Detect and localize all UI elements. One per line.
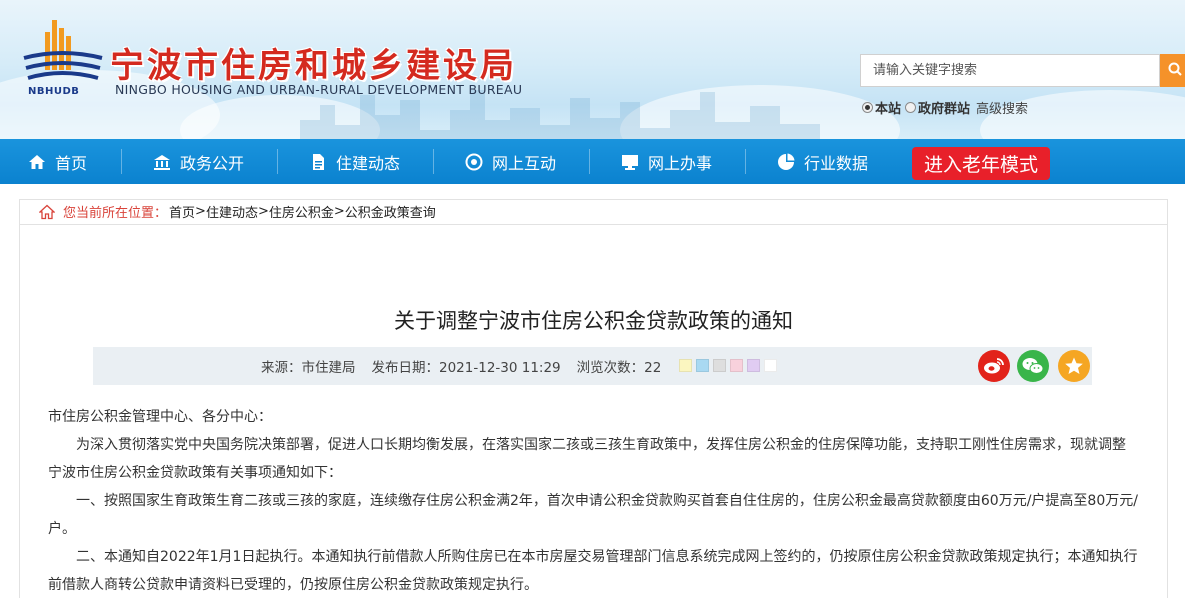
scope-radio-site[interactable] bbox=[862, 102, 873, 113]
article-paragraph: 二、本通知自2022年1月1日起执行。本通知执行前借款人所购住房已在本市房屋交易… bbox=[48, 549, 1138, 593]
color-swatch-yellow[interactable] bbox=[679, 359, 692, 372]
breadcrumb-item-construction-news[interactable]: 住建动态 bbox=[206, 202, 258, 221]
scope-label-site: 本站 bbox=[875, 102, 902, 117]
breadcrumb-separator: > bbox=[333, 204, 345, 219]
breadcrumb-separator: > bbox=[257, 204, 269, 219]
nav-label-construction-news: 住建动态 bbox=[336, 153, 401, 173]
nav-divider bbox=[745, 149, 746, 174]
nav-label-industry-data: 行业数据 bbox=[804, 153, 869, 173]
search-box bbox=[860, 54, 1160, 87]
article-paragraph: 一、按照国家生育政策生育二孩或三孩的家庭，连续缴存住房公积金满2年，首次申请公积… bbox=[48, 493, 1138, 537]
nav-divider bbox=[433, 149, 434, 174]
article-title: 关于调整宁波市住房公积金贷款政策的通知 bbox=[394, 309, 793, 333]
location-home-icon bbox=[39, 204, 55, 219]
article-body: 市住房公积金管理中心、各分中心： 为深入贯彻落实党中央国务院决策部署，促进人口长… bbox=[48, 403, 1138, 598]
document-icon bbox=[309, 153, 327, 171]
breadcrumb-item-fund-policy[interactable]: 公积金政策查询 bbox=[345, 202, 436, 221]
color-swatch-pink[interactable] bbox=[730, 359, 743, 372]
article-date: 发布日期：2021-12-30 11:29 bbox=[371, 360, 561, 376]
nav-item-construction-news[interactable]: 住建动态 bbox=[309, 139, 400, 184]
article-views: 浏览次数：22 bbox=[576, 360, 662, 376]
elder-mode-button[interactable]: 进入老年模式 bbox=[912, 147, 1050, 180]
nav-item-online-services[interactable]: 网上办事 bbox=[621, 139, 712, 184]
nav-item-online-interaction[interactable]: 网上互动 bbox=[465, 139, 556, 184]
breadcrumb-item-housing-fund[interactable]: 住房公积金 bbox=[269, 202, 334, 221]
monitor-icon bbox=[621, 153, 639, 171]
share-wechat-button[interactable] bbox=[1017, 350, 1049, 382]
article-source: 来源：市住建局 bbox=[261, 360, 356, 376]
nav-divider bbox=[277, 149, 278, 174]
nav-label-online-interaction: 网上互动 bbox=[492, 153, 557, 173]
scope-label-gov-sites: 政府群站 bbox=[918, 102, 971, 117]
nav-item-home[interactable]: 首页 bbox=[28, 139, 87, 184]
advanced-search-link[interactable]: 高级搜索 bbox=[976, 98, 1028, 117]
pie-chart-icon bbox=[777, 153, 795, 171]
home-icon bbox=[28, 153, 46, 171]
color-swatch-blue[interactable] bbox=[696, 359, 709, 372]
article-meta: 来源：市住建局 发布日期：2021-12-30 11:29 浏览次数：22 bbox=[261, 347, 677, 385]
search-icon bbox=[1168, 62, 1182, 76]
breadcrumb-item-home[interactable]: 首页 bbox=[169, 202, 195, 221]
site-subtitle: NINGBO HOUSING AND URBAN-RURAL DEVELOPME… bbox=[115, 82, 523, 97]
nav-divider bbox=[589, 149, 590, 174]
article-meta-bar: 来源：市住建局 发布日期：2021-12-30 11:29 浏览次数：22 bbox=[93, 347, 1092, 385]
logo-abbreviation: NBHUDB bbox=[28, 86, 80, 97]
nav-label-government-affairs: 政务公开 bbox=[180, 153, 245, 173]
nav-item-industry-data[interactable]: 行业数据 bbox=[777, 139, 868, 184]
page: NBHUDB 宁波市住房和城乡建设局 NINGBO HOUSING AND UR… bbox=[0, 0, 1185, 598]
scope-radio-gov-sites[interactable] bbox=[905, 102, 917, 113]
nav-item-government-affairs[interactable]: 政务公开 bbox=[153, 139, 244, 184]
search-button[interactable] bbox=[1160, 54, 1185, 87]
chat-icon bbox=[465, 153, 483, 171]
nav-divider bbox=[121, 149, 122, 174]
breadcrumb: 您当前所在位置： 首页 > 住建动态 > 住房公积金 > 公积金政策查询 bbox=[19, 199, 1168, 225]
government-icon bbox=[153, 153, 171, 171]
favorite-star-icon bbox=[1065, 357, 1083, 374]
breadcrumb-separator: > bbox=[195, 204, 206, 219]
wechat-icon bbox=[1022, 358, 1044, 374]
color-swatch-gray[interactable] bbox=[713, 359, 726, 372]
nav-label-home: 首页 bbox=[55, 153, 88, 173]
search-scope: 本站 政府群站 高级搜索 bbox=[862, 98, 1028, 117]
weibo-icon bbox=[984, 358, 1004, 374]
color-swatch-purple[interactable] bbox=[747, 359, 760, 372]
site-title: 宁波市住房和城乡建设局 bbox=[110, 46, 517, 86]
nav-label-online-services: 网上办事 bbox=[648, 153, 713, 173]
search-input[interactable] bbox=[861, 55, 1159, 86]
article-paragraph: 为深入贯彻落实党中央国务院决策部署，促进人口长期均衡发展，在落实国家二孩或三孩生… bbox=[48, 437, 1126, 481]
location-label: 您当前所在位置： bbox=[63, 206, 168, 221]
article-paragraph: 市住房公积金管理中心、各分中心： bbox=[48, 409, 272, 425]
color-swatch-white[interactable] bbox=[764, 359, 777, 372]
share-weibo-button[interactable] bbox=[978, 350, 1010, 382]
add-favorite-button[interactable] bbox=[1058, 350, 1090, 382]
background-color-picker bbox=[679, 359, 781, 372]
